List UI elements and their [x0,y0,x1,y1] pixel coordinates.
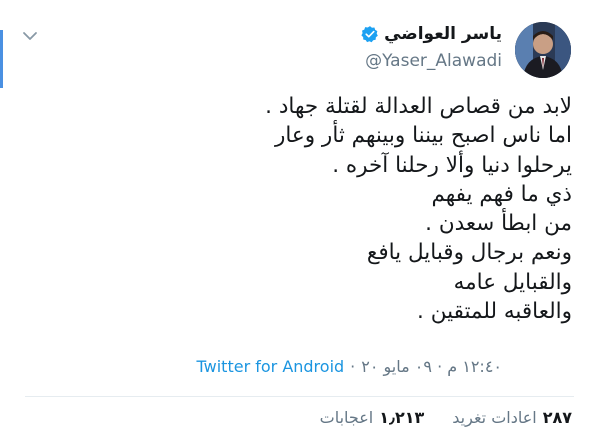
tweet-text: لابد من قصاص العدالة لقتلة جهاد . اما نا… [12,92,572,326]
retweets-count: ٢٨٧ [542,408,572,427]
user-name-row: ياسر العواضي [361,24,502,44]
tweet-line: ذي ما فهم يفهم [431,181,572,207]
divider [25,396,574,397]
tweet-meta: Twitter for Android · ١٢:٤٠ م · ٠٩ مايو … [197,357,502,376]
likes-count: ١٫٢١٣ [379,408,425,427]
verified-badge-icon [361,26,378,43]
tweet-line: والعاقبه للمتقين . [417,299,572,325]
source-link[interactable]: Twitter for Android [197,357,345,376]
avatar-image [515,22,571,78]
tweet-line: لابد من قصاص العدالة لقتلة جهاد . [265,94,572,119]
retweets-stat[interactable]: ٢٨٧ اعادات تغريد [452,408,572,427]
tweet-line: والقبايل عامه [453,269,572,295]
chevron-down-icon[interactable] [22,30,38,42]
tweet-line: من ابطأ سعدن . [425,211,572,237]
left-accent-bar [0,30,3,88]
tweet-line: ونعم برجال وقبايل يافع [366,240,572,266]
user-handle[interactable]: @Yaser_Alawadi [365,51,502,71]
tweet-timestamp[interactable]: ١٢:٤٠ م · ٠٩ مايو ٢٠ [361,357,502,376]
tweet-stats: ٢٨٧ اعادات تغريد ١٫٢١٣ اعجابات [320,408,572,427]
retweets-label: اعادات تغريد [452,408,537,427]
tweet-line: يرحلوا دنيا وألا رحلنا آخره . [332,152,572,178]
meta-separator: · [350,357,356,376]
likes-label: اعجابات [319,408,374,427]
likes-stat[interactable]: ١٫٢١٣ اعجابات [320,408,425,427]
avatar[interactable] [515,22,571,78]
tweet-line: اما ناس اصبح بيننا وبينهم ثأر وعار [274,123,572,149]
display-name[interactable]: ياسر العواضي [384,24,502,44]
